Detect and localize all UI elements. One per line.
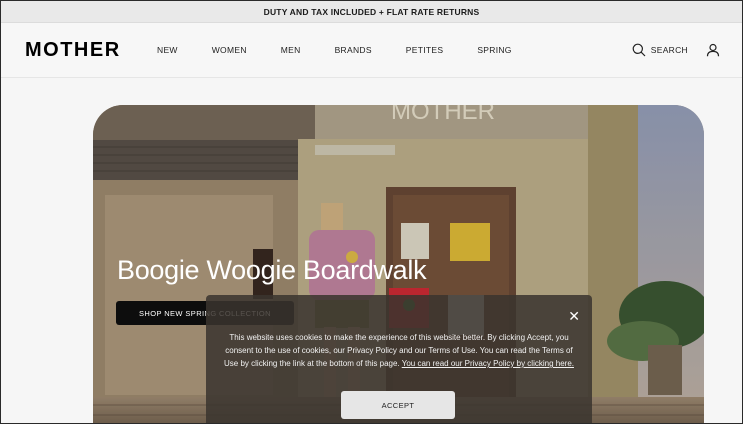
site-header: MOTHER NEW WOMEN MEN BRANDS PETITES SPRI… xyxy=(1,23,742,78)
nav-brands[interactable]: BRANDS xyxy=(335,45,372,55)
header-actions: SEARCH xyxy=(632,43,720,57)
cookie-banner: ✕ This website uses cookies to make the … xyxy=(206,295,592,423)
hero-sign-text: MOTHER xyxy=(391,105,495,125)
page-frame: DUTY AND TAX INCLUDED + FLAT RATE RETURN… xyxy=(0,0,743,424)
nav-women[interactable]: WOMEN xyxy=(212,45,247,55)
close-icon[interactable]: ✕ xyxy=(568,308,580,325)
main-nav: NEW WOMEN MEN BRANDS PETITES SPRING xyxy=(157,45,632,55)
site-logo[interactable]: MOTHER xyxy=(25,39,157,62)
search-icon xyxy=(632,43,646,57)
nav-petites[interactable]: PETITES xyxy=(406,45,444,55)
promo-banner: DUTY AND TAX INCLUDED + FLAT RATE RETURN… xyxy=(1,1,742,23)
user-icon xyxy=(706,43,720,57)
account-button[interactable] xyxy=(706,43,720,57)
search-label: SEARCH xyxy=(650,45,688,55)
search-button[interactable]: SEARCH xyxy=(632,43,688,57)
cookie-message: This website uses cookies to make the ex… xyxy=(222,331,576,370)
hero-title: Boogie Woogie Boardwalk xyxy=(117,255,427,285)
nav-new[interactable]: NEW xyxy=(157,45,178,55)
privacy-policy-link[interactable]: You can read our Privacy Policy by click… xyxy=(402,359,574,368)
nav-spring[interactable]: SPRING xyxy=(477,45,511,55)
accept-button[interactable]: ACCEPT xyxy=(341,391,455,419)
nav-men[interactable]: MEN xyxy=(281,45,301,55)
